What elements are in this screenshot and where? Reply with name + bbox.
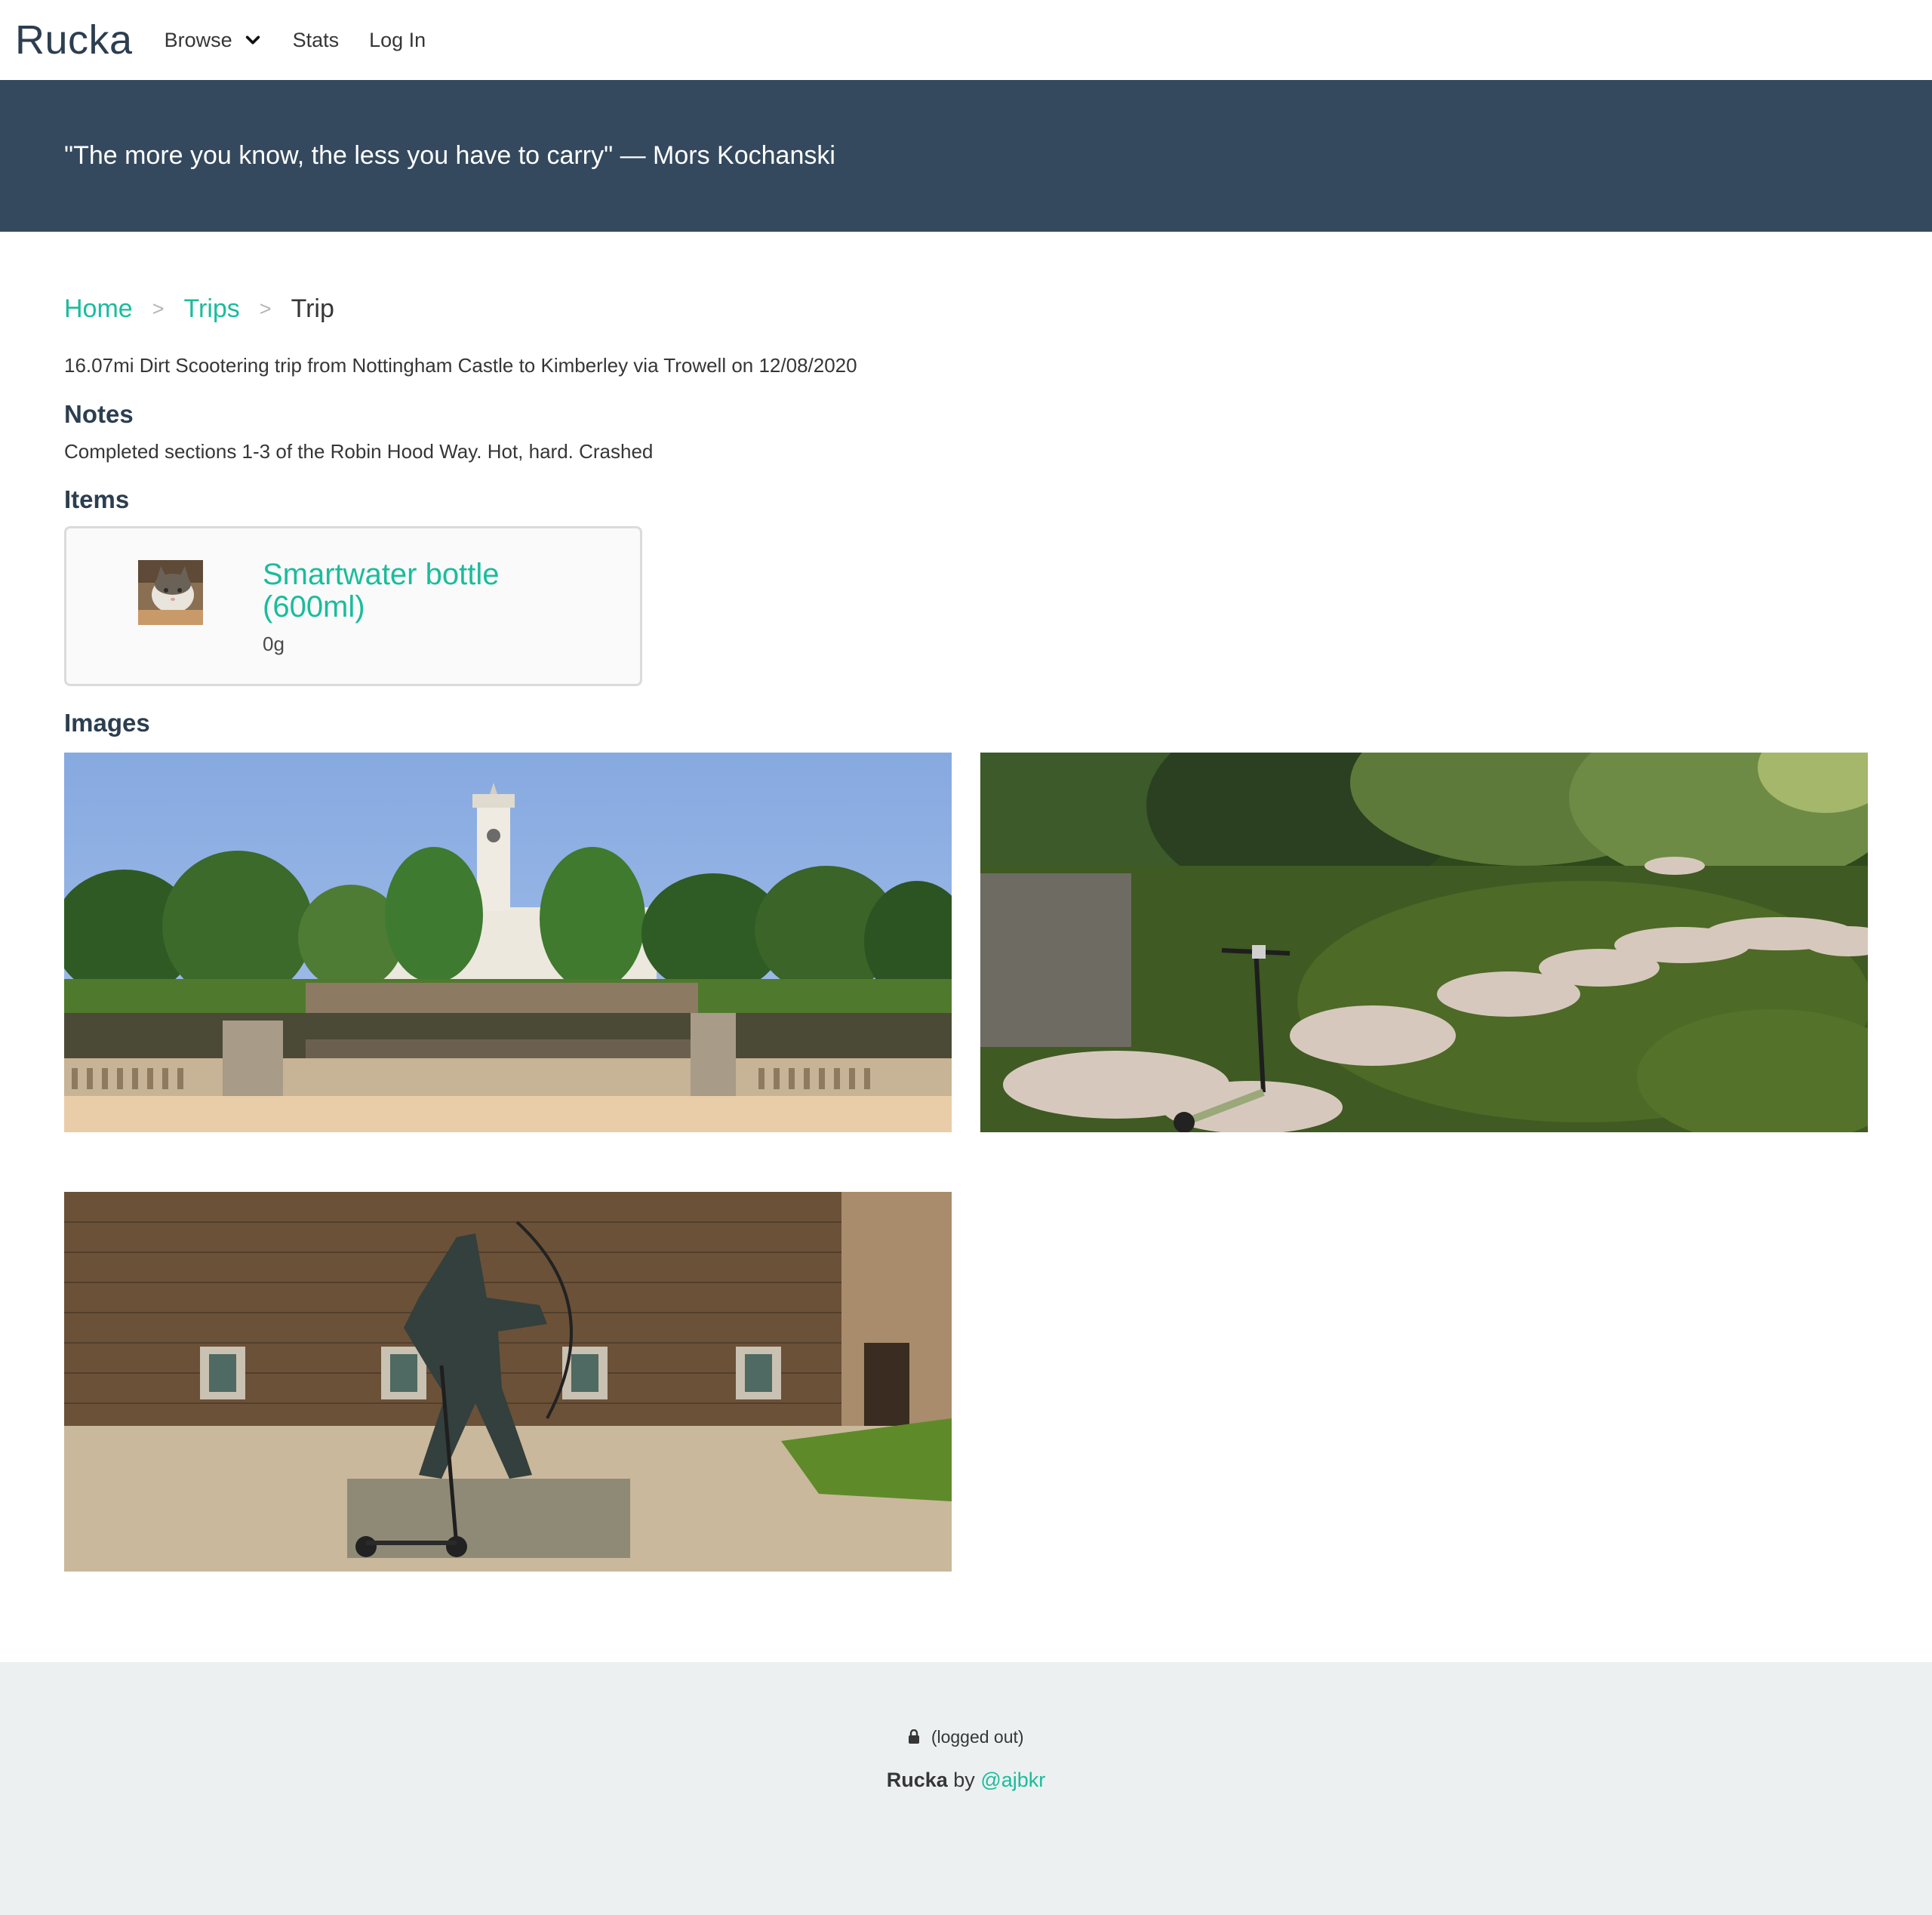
footer-credit: Rucka by @ajbkr <box>0 1769 1932 1792</box>
lock-icon <box>909 1729 920 1744</box>
trip-photo[interactable] <box>980 753 1868 1132</box>
item-name-link[interactable]: Smartwater bottle (600ml) <box>263 559 580 623</box>
item-weight: 0g <box>263 633 285 655</box>
breadcrumb-home-link[interactable]: Home <box>64 294 133 324</box>
item-thumbnail <box>138 560 203 625</box>
nav-browse-label: Browse <box>164 28 232 51</box>
login-status-text: (logged out) <box>931 1727 1024 1747</box>
hero-banner: "The more you know, the less you have to… <box>0 80 1932 232</box>
breadcrumb-separator: > <box>259 297 272 320</box>
images-heading: Images <box>64 709 150 737</box>
notes-text: Completed sections 1-3 of the Robin Hood… <box>64 440 654 463</box>
footer-brand: Rucka <box>886 1769 948 1791</box>
nav-login-link[interactable]: Log In <box>369 29 426 52</box>
navbar: Rucka Browse Stats Log In <box>0 0 1932 80</box>
nav-stats-link[interactable]: Stats <box>293 29 340 52</box>
footer-by-text: by <box>953 1769 975 1791</box>
trip-summary: 16.07mi Dirt Scootering trip from Nottin… <box>64 354 857 377</box>
items-heading: Items <box>64 485 130 513</box>
trip-photo[interactable] <box>64 753 952 1132</box>
footer: (logged out) Rucka by @ajbkr <box>0 1662 1932 1915</box>
footer-author-link[interactable]: @ajbkr <box>980 1769 1045 1791</box>
breadcrumb-trips-link[interactable]: Trips <box>183 294 239 324</box>
nav-browse-dropdown[interactable]: Browse <box>165 29 261 52</box>
chevron-down-icon <box>245 35 260 45</box>
hero-quote: "The more you know, the less you have to… <box>64 141 835 170</box>
brand-logo[interactable]: Rucka <box>15 20 133 60</box>
trip-photo[interactable] <box>64 1192 952 1572</box>
item-card[interactable]: Smartwater bottle (600ml) 0g <box>64 526 642 686</box>
login-status: (logged out) <box>0 1727 1932 1747</box>
breadcrumb-separator: > <box>152 297 165 320</box>
breadcrumb: Home > Trips > Trip <box>64 294 334 324</box>
breadcrumb-current: Trip <box>291 294 334 323</box>
notes-heading: Notes <box>64 400 134 428</box>
